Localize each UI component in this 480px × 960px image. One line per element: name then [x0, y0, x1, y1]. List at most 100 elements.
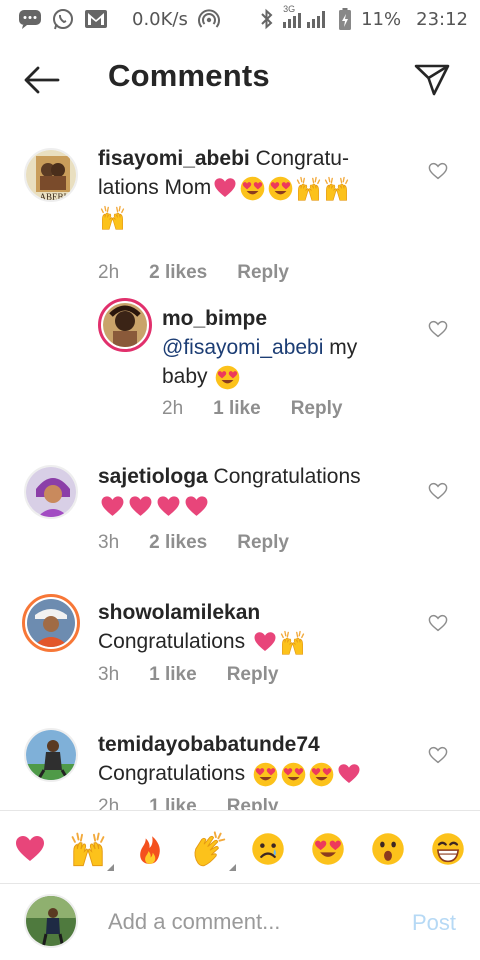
heart-eyes-emoji: [308, 761, 335, 788]
raised-hands-emoji: [323, 175, 350, 202]
comment-meta: 3h 1 like Reply: [98, 664, 308, 686]
direct-send-icon: [414, 64, 450, 96]
battery-icon: [338, 7, 352, 31]
comment-likes[interactable]: 1 like: [149, 796, 197, 810]
header: Comments: [0, 38, 480, 122]
network-speed: 0.0K/s: [132, 8, 188, 30]
comment-username[interactable]: showolamilekan: [98, 601, 260, 624]
gmail-icon: [84, 9, 108, 29]
comment-username[interactable]: temidayobabatunde74: [98, 733, 320, 756]
reply-button[interactable]: Reply: [237, 262, 289, 284]
like-heart-icon[interactable]: [428, 162, 448, 180]
comment-time: 2h: [162, 398, 184, 419]
comment-body-line1: Congratulations: [98, 762, 246, 785]
comment-text: sajetiologa Congratulations: [98, 462, 408, 520]
heart-emoji-button[interactable]: [10, 829, 50, 869]
avatar[interactable]: [24, 465, 78, 519]
signal-icon: 3G: [283, 4, 329, 29]
battery-level: 11%: [361, 8, 402, 30]
comment-item: showolamilekan Congratulations 3h 1 like…: [0, 594, 480, 704]
arrow-left-icon: [24, 66, 60, 94]
comment-username[interactable]: mo_bimpe: [162, 307, 267, 330]
clock: 23:12: [416, 8, 468, 30]
clapping-hands-emoji-button[interactable]: [190, 829, 236, 871]
back-button[interactable]: [22, 62, 62, 98]
comment-composer: Post: [0, 884, 480, 960]
like-heart-icon[interactable]: [428, 320, 448, 338]
raised-hands-emoji: [99, 204, 126, 231]
heart-emoji: [336, 762, 362, 786]
heart-emoji: [183, 494, 210, 519]
comment-meta: 2h 1 like Reply: [162, 398, 372, 420]
comment-text: showolamilekan Congratulations: [98, 598, 408, 656]
comment-username[interactable]: fisayomi_abebi: [98, 147, 250, 170]
network-type: 3G: [283, 4, 296, 14]
like-heart-icon[interactable]: [428, 482, 448, 500]
hotspot-icon: [197, 8, 220, 30]
status-left: 0.0K/s: [18, 8, 220, 30]
comment-likes[interactable]: 1 like: [213, 398, 261, 420]
chat-bubble-icon: [18, 9, 42, 29]
heart-eyes-emoji: [267, 175, 294, 202]
raised-hands-emoji-button[interactable]: [68, 829, 114, 871]
status-bar: 0.0K/s 3G 11% 23:12: [0, 0, 480, 38]
comment-likes[interactable]: 2 likes: [149, 532, 207, 554]
heart-emoji: [252, 630, 278, 654]
comment-item: sajetiologa Congratulations 3h 2 likes R…: [0, 462, 480, 572]
comment-item: ABEBI fisayomi_abebi Congratu- lations M…: [0, 144, 480, 294]
comment-reply-item: mo_bimpe @fisayomi_abebi my baby 2h 1 li…: [0, 298, 480, 448]
heart-eyes-emoji: [280, 761, 307, 788]
comment-body-line1: Congratulations: [213, 465, 361, 488]
reply-button[interactable]: Reply: [227, 796, 279, 810]
comment-meta: 3h 2 likes Reply: [98, 532, 319, 554]
avatar[interactable]: [24, 728, 78, 782]
comment-username[interactable]: sajetiologa: [98, 465, 208, 488]
heart-emoji: [212, 176, 238, 200]
comments-list[interactable]: ABEBI fisayomi_abebi Congratu- lations M…: [0, 122, 480, 810]
heart-emoji: [155, 494, 182, 519]
direct-send-button[interactable]: [412, 60, 452, 100]
comment-time: 3h: [98, 532, 120, 553]
heart-emoji: [99, 494, 126, 519]
comment-item: temidayobabatunde74 Congratulations 2h 1…: [0, 726, 480, 810]
reply-button[interactable]: Reply: [291, 398, 343, 420]
like-heart-icon[interactable]: [428, 614, 448, 632]
comment-body-line1: Congratulations: [98, 630, 246, 653]
comment-meta: 2h 2 likes Reply: [98, 262, 319, 284]
comment-text: fisayomi_abebi Congratu- lations Mom: [98, 144, 398, 231]
laughing-face-emoji-button[interactable]: [428, 829, 468, 869]
mention-link[interactable]: @fisayomi_abebi: [162, 336, 323, 359]
heart-eyes-emoji: [214, 364, 241, 391]
comment-meta: 2h 1 like Reply: [98, 796, 308, 810]
svg-text:ABEBI: ABEBI: [40, 192, 67, 202]
comment-input[interactable]: [108, 906, 378, 938]
post-button[interactable]: Post: [412, 910, 456, 936]
heart-eyes-emoji-button[interactable]: [308, 829, 348, 869]
surprised-face-emoji-button[interactable]: [368, 829, 408, 869]
sad-face-emoji-button[interactable]: [248, 829, 288, 869]
comment-likes[interactable]: 1 like: [149, 664, 197, 686]
avatar[interactable]: [98, 298, 152, 352]
raised-hands-emoji: [279, 629, 306, 656]
reply-button[interactable]: Reply: [227, 664, 279, 686]
avatar[interactable]: ABEBI: [24, 148, 78, 202]
status-right: 3G 11% 23:12: [260, 4, 468, 31]
reply-button[interactable]: Reply: [237, 532, 289, 554]
comment-time: 2h: [98, 262, 120, 283]
heart-emoji: [127, 494, 154, 519]
avatar[interactable]: [24, 894, 78, 948]
page-title: Comments: [108, 58, 270, 93]
whatsapp-icon: [52, 8, 74, 30]
comment-text: temidayobabatunde74 Congratulations: [98, 730, 418, 788]
comment-body-line3: baby: [162, 365, 208, 388]
raised-hands-emoji: [295, 175, 322, 202]
comment-body-line1: Congratu-: [255, 147, 349, 170]
emoji-bar: [0, 810, 480, 884]
like-heart-icon[interactable]: [428, 746, 448, 764]
heart-eyes-emoji: [239, 175, 266, 202]
comment-likes[interactable]: 2 likes: [149, 262, 207, 284]
avatar[interactable]: [22, 594, 80, 652]
comment-time: 3h: [98, 664, 120, 685]
fire-emoji-button[interactable]: [130, 829, 170, 869]
comment-time: 2h: [98, 796, 120, 810]
